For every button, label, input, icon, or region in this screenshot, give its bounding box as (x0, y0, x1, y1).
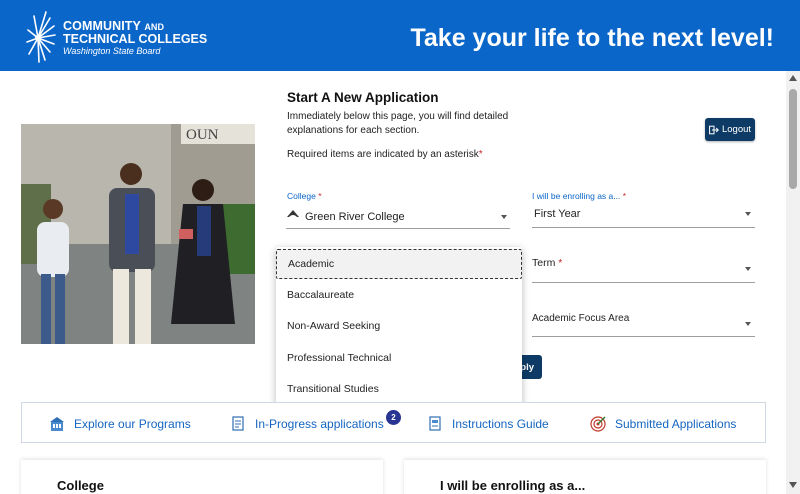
college-info-card: College (21, 460, 383, 494)
logout-button[interactable]: Logout (705, 118, 755, 141)
dropdown-option-transitional-studies[interactable]: Transitional Studies (276, 374, 522, 404)
focus-area-underline (532, 336, 755, 337)
enrolling-underline (532, 227, 755, 228)
application-page: COMMUNITY AND TECHNICAL COLLEGES Washing… (0, 0, 800, 494)
college-logo-icon (287, 210, 299, 217)
focus-area-chevron-down-icon (745, 322, 751, 326)
logo-text-board: Washington State Board (63, 46, 161, 56)
term-label: Term * (532, 257, 563, 269)
tab-in-progress-applications[interactable]: In-Progress applications (229, 403, 384, 444)
document-icon (232, 415, 244, 431)
college-underline (286, 228, 510, 229)
required-note: Required items are indicated by an aster… (287, 149, 483, 160)
enrolling-label: I will be enrolling as a... * (532, 191, 627, 201)
in-progress-count-badge: 2 (386, 410, 401, 425)
dropdown-option-baccalaureate[interactable]: Baccalaureate (276, 280, 522, 310)
guide-icon (429, 415, 441, 431)
college-label: College * (287, 191, 322, 201)
scroll-down-arrow-icon[interactable] (789, 482, 797, 488)
scroll-up-arrow-icon[interactable] (789, 75, 797, 81)
tab-submitted-label: Submitted Applications (615, 416, 737, 431)
quick-links-bar: Explore our Programs In-Progress applica… (21, 402, 766, 443)
enrolling-select[interactable]: First Year (532, 204, 755, 228)
focus-area-label: Academic Focus Area (532, 313, 630, 324)
program-type-dropdown[interactable]: Academic Baccalaureate Non-Award Seeking… (276, 247, 522, 407)
starburst-logo-icon (26, 11, 56, 63)
logo-text-technical: TECHNICAL COLLEGES (63, 32, 208, 46)
form-description: Immediately below this page, you will fi… (287, 111, 509, 136)
college-select[interactable]: Green River College (286, 204, 510, 228)
target-icon (590, 415, 606, 432)
term-select[interactable]: Term * (532, 254, 755, 282)
header-tagline: Take your life to the next level! (410, 24, 774, 52)
tab-instructions-guide[interactable]: Instructions Guide (426, 403, 549, 444)
focus-area-select[interactable]: Academic Focus Area (532, 310, 755, 336)
college-card-title: College (57, 478, 104, 493)
enrolling-chevron-down-icon (745, 212, 751, 216)
dropdown-option-non-award-seeking[interactable]: Non-Award Seeking (276, 311, 522, 341)
enrolling-card-title: I will be enrolling as a... (440, 478, 586, 493)
college-value: Green River College (305, 211, 405, 223)
tab-submitted-applications[interactable]: Submitted Applications (589, 403, 736, 444)
sbctc-logo[interactable]: COMMUNITY AND TECHNICAL COLLEGES Washing… (24, 8, 208, 64)
building-icon (50, 416, 64, 431)
term-underline (532, 282, 755, 283)
logout-label: Logout (721, 124, 752, 135)
enrolling-info-card: I will be enrolling as a... (404, 460, 766, 494)
tab-instructions-label: Instructions Guide (452, 416, 549, 431)
logo-text-community: COMMUNITY AND (63, 19, 165, 33)
tab-explore-label: Explore our Programs (74, 416, 191, 431)
enrolling-value: First Year (534, 208, 581, 220)
dropdown-option-professional-technical[interactable]: Professional Technical (276, 343, 522, 373)
term-chevron-down-icon (745, 267, 751, 271)
page-scrollbar[interactable] (786, 71, 800, 494)
logout-icon (709, 125, 719, 134)
form-title: Start A New Application (287, 90, 439, 105)
tab-in-progress-label: In-Progress applications (255, 416, 384, 431)
college-chevron-down-icon (501, 215, 507, 219)
tab-explore-programs[interactable]: Explore our Programs (48, 403, 191, 444)
apply-label: ply (520, 361, 534, 373)
scroll-thumb[interactable] (789, 89, 797, 189)
svg-text:OUN: OUN (186, 127, 219, 143)
site-header: COMMUNITY AND TECHNICAL COLLEGES Washing… (0, 0, 800, 71)
dropdown-option-academic[interactable]: Academic (276, 249, 522, 279)
students-photo: OUN (21, 124, 255, 344)
